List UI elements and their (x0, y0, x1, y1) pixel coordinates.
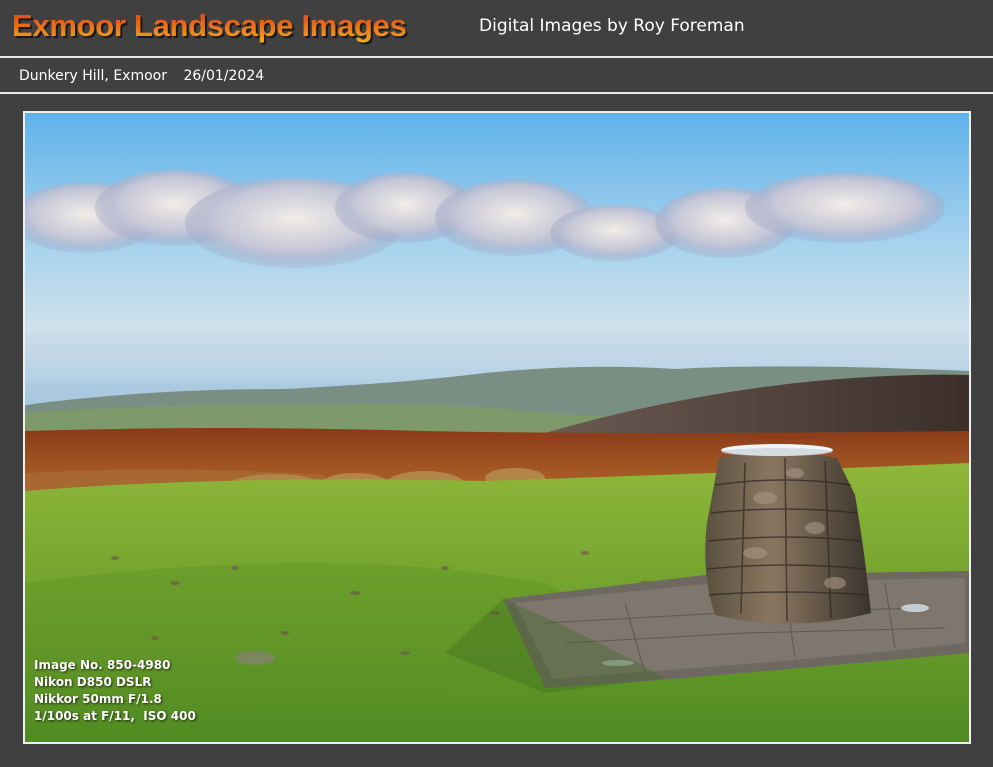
exif-image-number: Image No. 850-4980 (34, 658, 171, 672)
site-title[interactable]: Exmoor Landscape Images (12, 8, 407, 44)
image-caption: Dunkery Hill, Exmoor 26/01/2024 (19, 68, 276, 84)
image-date: 26/01/2024 (183, 68, 265, 84)
exif-camera: Nikon D850 DSLR (34, 675, 152, 689)
page: Exmoor Landscape Images Exmoor Landscape… (0, 0, 993, 767)
exif-exposure: 1/100s at F/11, ISO 400 (34, 709, 196, 723)
landscape-photo-image (25, 113, 969, 742)
exif-info: Image No. 850-4980 Nikon D850 DSLR Nikko… (34, 657, 196, 725)
site-subtitle: Digital Images by Roy Foreman (479, 16, 745, 36)
landscape-photo[interactable] (23, 111, 971, 744)
caption-bar: Dunkery Hill, Exmoor 26/01/2024 (0, 60, 993, 94)
exif-lens: Nikkor 50mm F/1.8 (34, 692, 162, 706)
site-header: Exmoor Landscape Images Exmoor Landscape… (0, 0, 993, 58)
image-location: Dunkery Hill, Exmoor (19, 68, 167, 84)
